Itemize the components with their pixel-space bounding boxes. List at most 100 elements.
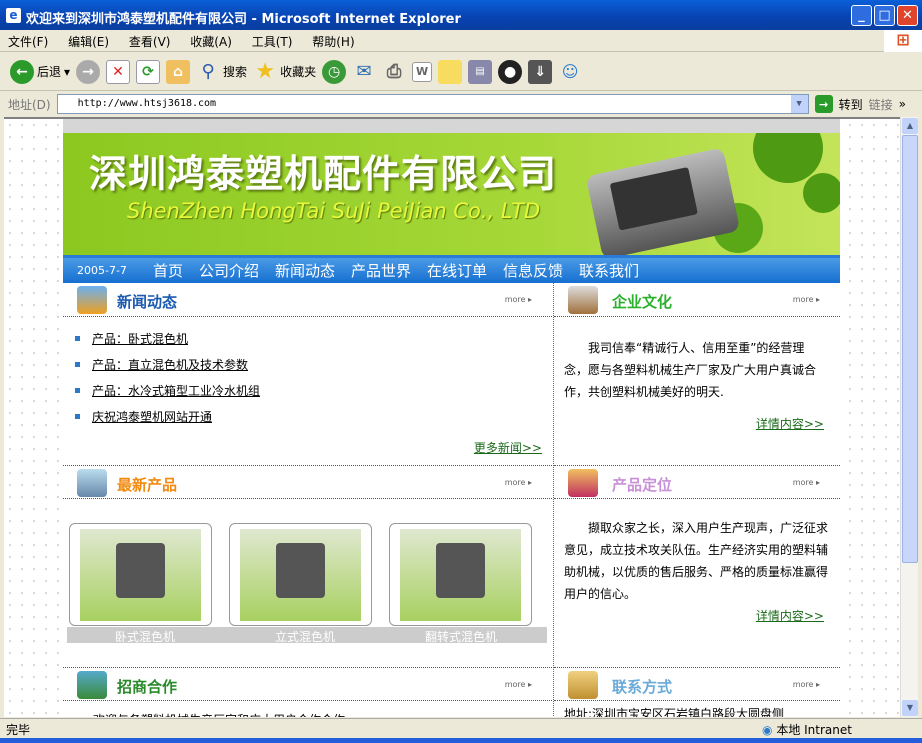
scroll-up-icon[interactable]: ▲ <box>902 118 918 134</box>
list-item: 产品：水冷式箱型工业冷水机组 <box>75 377 552 403</box>
vertical-scrollbar[interactable]: ▲ ▼ <box>900 117 918 717</box>
stop-icon[interactable]: ✕ <box>106 59 131 84</box>
culture-icon <box>568 286 598 314</box>
menu-help[interactable]: 帮助(H) <box>312 35 354 49</box>
nav-news[interactable]: 新闻动态 <box>275 260 335 281</box>
more-text: more <box>504 478 526 487</box>
culture-detail-link[interactable]: 详情内容>> <box>554 415 840 432</box>
menu-edit[interactable]: 编辑(E) <box>68 35 109 49</box>
chevron-icon[interactable]: » <box>899 97 906 111</box>
search-label: 搜索 <box>223 65 248 79</box>
mail-icon[interactable]: ✉ <box>352 60 376 84</box>
maximize-button[interactable]: □ <box>874 5 895 26</box>
menu-bar: 文件(F) 编辑(E) 查看(V) 收藏(A) 工具(T) 帮助(H) <box>0 30 922 52</box>
history-icon[interactable]: ◷ <box>322 59 347 84</box>
search-icon: ⚲ <box>201 61 215 82</box>
culture-more-link[interactable]: more ▸ <box>793 295 820 304</box>
company-title: 深圳鸿泰塑机配件有限公司 <box>89 152 558 196</box>
news-link[interactable]: 产品：水冷式箱型工业冷水机组 <box>92 382 260 399</box>
investment-icon <box>77 671 107 699</box>
minimize-button[interactable]: _ <box>851 5 872 26</box>
nav-order[interactable]: 在线订单 <box>427 260 487 281</box>
intranet-zone: ◉ 本地 Intranet <box>762 721 852 738</box>
contact-more-link[interactable]: more ▸ <box>793 680 820 689</box>
nav-feedback[interactable]: 信息反馈 <box>503 260 563 281</box>
research-icon[interactable]: ▤ <box>468 59 493 84</box>
go-arrow-icon[interactable]: → <box>814 95 833 113</box>
search-button[interactable]: ⚲ 搜索 <box>196 60 247 84</box>
nav-contact[interactable]: 联系我们 <box>579 260 639 281</box>
products-header: 最新产品 more ▸ <box>63 465 552 499</box>
qq-penguin-icon[interactable]: ● <box>498 59 523 84</box>
menu-tools[interactable]: 工具(T) <box>252 35 293 49</box>
more-news-link[interactable]: 更多新闻>> <box>75 439 552 456</box>
investment-more-link[interactable]: more ▸ <box>505 680 532 689</box>
product-caption[interactable]: 卧式混色机 <box>115 628 175 645</box>
address-dropdown-icon[interactable]: ▼ <box>790 95 808 113</box>
investment-title: 招商合作 <box>117 678 178 696</box>
news-link[interactable]: 产品：直立混色机及技术参数 <box>92 356 248 373</box>
address-bar: 地址(D) http://www.htsj3618.com ▼ → 转到 链接 » <box>0 92 922 116</box>
list-item: 产品：直立混色机及技术参数 <box>75 351 552 377</box>
close-button[interactable]: ✕ <box>897 5 918 26</box>
scroll-down-icon[interactable]: ▼ <box>902 700 918 716</box>
messenger-icon[interactable]: ☺ <box>558 60 582 84</box>
positioning-body: 撷取众家之长，深入用户生产现声，广泛征求意见，成立技术攻关队伍。生产经济实用的塑… <box>554 499 840 667</box>
positioning-header: 产品定位 more ▸ <box>554 465 840 499</box>
scroll-thumb[interactable] <box>902 135 918 563</box>
products-title: 最新产品 <box>117 476 178 494</box>
news-header: 新闻动态 more ▸ <box>63 283 552 317</box>
forward-button[interactable]: → <box>76 59 101 84</box>
positioning-icon <box>568 469 598 497</box>
product-image <box>240 529 361 621</box>
favorites-button[interactable]: ★ 收藏夹 <box>253 59 316 84</box>
address-input[interactable]: http://www.htsj3618.com ▼ <box>56 94 809 114</box>
positioning-more-link[interactable]: more ▸ <box>793 478 820 487</box>
product-card[interactable] <box>69 523 212 626</box>
news-title: 新闻动态 <box>117 293 178 311</box>
culture-body: 我司信奉“精诚行人、信用至重”的经营理念，愿与各塑料机械生产厂家及广大用户真诚合… <box>554 317 840 465</box>
ie-icon: e <box>6 8 21 23</box>
back-button[interactable]: ← 后退 ▾ <box>10 59 70 84</box>
product-card[interactable] <box>389 523 532 626</box>
more-text: more <box>504 680 526 689</box>
menu-file[interactable]: 文件(F) <box>8 35 48 49</box>
list-item: 庆祝鸿泰塑机网站开通 <box>75 403 552 429</box>
news-link[interactable]: 庆祝鸿泰塑机网站开通 <box>92 408 212 425</box>
product-image <box>400 529 521 621</box>
news-more-link[interactable]: more ▸ <box>505 295 532 304</box>
positioning-detail-link[interactable]: 详情内容>> <box>554 607 840 624</box>
positioning-title: 产品定位 <box>612 476 673 494</box>
contact-title: 联系方式 <box>612 678 673 696</box>
product-caption[interactable]: 立式混色机 <box>275 628 335 645</box>
product-caption[interactable]: 翻转式混色机 <box>425 628 497 645</box>
product-card[interactable] <box>229 523 372 626</box>
back-arrow-icon: ← <box>10 59 34 84</box>
windows-logo-icon: ⊞ <box>884 30 922 52</box>
culture-header: 企业文化 more ▸ <box>554 283 840 317</box>
download-icon[interactable]: ⇓ <box>528 59 553 84</box>
links-button[interactable]: 链接 <box>869 96 893 113</box>
home-icon[interactable]: ⌂ <box>166 59 191 84</box>
edit-word-icon[interactable]: W <box>412 61 433 82</box>
go-button[interactable]: 转到 <box>839 96 863 113</box>
nav-home[interactable]: 首页 <box>153 260 183 281</box>
more-text: more <box>504 295 526 304</box>
refresh-icon[interactable]: ⟳ <box>136 59 161 84</box>
positioning-text: 撷取众家之长，深入用户生产现声，广泛征求意见，成立技术攻关队伍。生产经济实用的塑… <box>564 521 829 601</box>
status-bar: 完毕 ◉ 本地 Intranet <box>0 718 922 738</box>
nav-products[interactable]: 产品世界 <box>351 260 411 281</box>
products-more-link[interactable]: more ▸ <box>505 478 532 487</box>
menu-favorites[interactable]: 收藏(A) <box>190 35 232 49</box>
print-icon[interactable]: ⎙ <box>382 60 406 84</box>
banner-strip <box>63 119 840 133</box>
investment-text: 欢迎与各塑料机械生产厂家和广大用户合作合作 <box>63 701 552 717</box>
right-column: 企业文化 more ▸ 我司信奉“精诚行人、信用至重”的经营理念，愿与各塑料机械… <box>553 283 840 717</box>
more-text: more <box>792 680 814 689</box>
more-text: more <box>792 478 814 487</box>
notes-icon[interactable] <box>438 59 463 84</box>
nav-about[interactable]: 公司介绍 <box>199 260 259 281</box>
contact-icon <box>568 671 598 699</box>
menu-view[interactable]: 查看(V) <box>129 35 171 49</box>
news-link[interactable]: 产品：卧式混色机 <box>92 330 188 347</box>
